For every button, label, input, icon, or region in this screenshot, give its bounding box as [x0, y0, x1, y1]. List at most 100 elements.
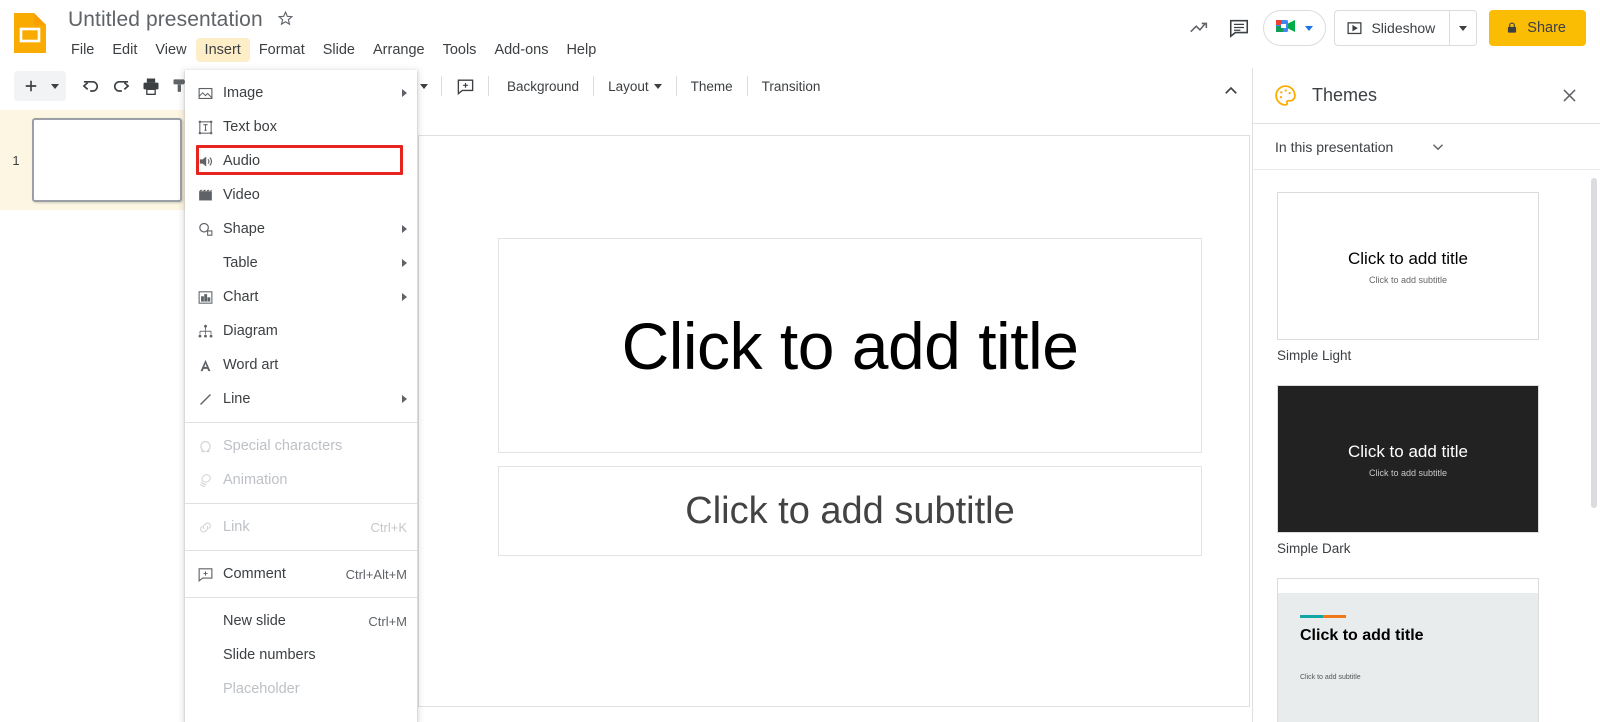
menu-item-label: Animation — [223, 472, 288, 488]
menu-item-label: Text box — [223, 119, 277, 135]
shape-icon — [197, 221, 223, 238]
slideshow-options-button[interactable] — [1450, 11, 1476, 45]
submenu-arrow-icon — [402, 259, 407, 267]
menu-item-video[interactable]: Video — [185, 178, 417, 212]
menu-item-shape[interactable]: Shape — [185, 212, 417, 246]
menu-file[interactable]: File — [62, 38, 103, 62]
layout-button[interactable]: Layout — [598, 74, 672, 99]
theme-thumbnail[interactable]: Click to add title Click to add subtitle — [1277, 578, 1539, 722]
comment-history-icon[interactable] — [1219, 8, 1259, 48]
divider — [746, 76, 748, 96]
menu-item-label: Image — [223, 85, 264, 101]
menu-item-slide-numbers[interactable]: Slide numbers — [185, 638, 417, 672]
menu-item-placeholder: Placeholder — [185, 672, 417, 706]
menu-item-label: Placeholder — [223, 681, 300, 697]
list-item[interactable]: 1 — [0, 110, 190, 210]
menu-add-ons[interactable]: Add-ons — [485, 38, 557, 62]
theme-button[interactable]: Theme — [681, 74, 743, 99]
line-icon — [197, 391, 223, 408]
slide-thumbnail[interactable] — [32, 118, 182, 202]
chevron-up-icon[interactable] — [1217, 78, 1245, 104]
theme-thumbnail[interactable]: Click to add title Click to add subtitle — [1277, 385, 1539, 533]
themes-scrollbar[interactable] — [1591, 178, 1597, 508]
menu-item-label: Shape — [223, 221, 265, 237]
theme-subtitle-text: Click to add subtitle — [1300, 674, 1361, 681]
undo-icon[interactable] — [76, 71, 106, 101]
add-comment-icon[interactable] — [450, 71, 480, 101]
close-icon[interactable] — [1552, 79, 1586, 113]
trending-arrow-icon[interactable] — [1179, 8, 1219, 48]
menu-item-audio[interactable]: Audio — [185, 144, 417, 178]
chevron-down-icon — [1305, 25, 1314, 31]
background-button[interactable]: Background — [497, 74, 589, 99]
theme-title-text: Click to add title — [1348, 442, 1468, 461]
menu-item-word-art[interactable]: Word art — [185, 348, 417, 382]
menu-item-chart[interactable]: Chart — [185, 280, 417, 314]
theme-card[interactable]: Click to add title Click to add subtitle S… — [1277, 192, 1539, 363]
new-slide-options-button[interactable] — [46, 71, 64, 101]
menu-edit[interactable]: Edit — [103, 38, 146, 62]
transition-button[interactable]: Transition — [752, 74, 831, 99]
google-slides-logo[interactable] — [10, 11, 50, 55]
chevron-down-icon — [420, 83, 428, 89]
menu-item-new-slide[interactable]: New slide Ctrl+M — [185, 604, 417, 638]
page-title[interactable]: Untitled presentation — [68, 8, 263, 32]
menu-divider — [185, 597, 417, 598]
menu-item-comment[interactable]: Comment Ctrl+Alt+M — [185, 557, 417, 591]
comment-icon — [197, 566, 223, 583]
menu-help[interactable]: Help — [557, 38, 605, 62]
menu-insert[interactable]: Insert — [195, 38, 250, 62]
divider — [593, 76, 595, 96]
slideshow-button[interactable]: Slideshow — [1334, 10, 1478, 46]
menu-item-label: Diagram — [223, 323, 278, 339]
title-placeholder[interactable]: Click to add title — [498, 238, 1202, 453]
menu-slide[interactable]: Slide — [314, 38, 364, 62]
menu-view[interactable]: View — [146, 38, 195, 62]
current-slide[interactable]: Click to add title Click to add subtitle — [418, 135, 1250, 707]
subtitle-placeholder[interactable]: Click to add subtitle — [498, 466, 1202, 556]
zoom-options-button[interactable] — [415, 71, 433, 101]
menu-format[interactable]: Format — [250, 38, 314, 62]
theme-header-band — [1278, 579, 1538, 593]
chevron-down-icon — [1429, 138, 1583, 156]
video-icon — [197, 187, 223, 204]
menu-item-label: Table — [223, 255, 258, 271]
menu-item-label: Audio — [223, 153, 261, 169]
menu-item-table[interactable]: Table — [185, 246, 417, 280]
menu-item-image[interactable]: Image — [185, 76, 417, 110]
plus-icon[interactable] — [16, 71, 46, 101]
menu-item-line[interactable]: Line — [185, 382, 417, 416]
google-meet-button[interactable] — [1263, 10, 1327, 46]
redo-icon[interactable] — [106, 71, 136, 101]
link-icon — [197, 519, 223, 536]
themes-section-label: In this presentation — [1275, 138, 1394, 155]
menu-divider — [185, 503, 417, 504]
insert-dropdown-menu[interactable]: Image Text box Audio Video Shape Table Chart Di… — [185, 70, 417, 722]
submenu-arrow-icon — [402, 293, 407, 301]
themes-list[interactable]: Click to add title Click to add subtitle S… — [1253, 170, 1600, 722]
themes-section-selector[interactable]: In this presentation — [1253, 124, 1600, 170]
menu-item-animation: Animation — [185, 463, 417, 497]
header-actions: Slideshow Share — [1179, 8, 1586, 48]
menu-item-label: Video — [223, 187, 260, 203]
slide-number: 1 — [12, 152, 20, 168]
menu-divider — [185, 422, 417, 423]
theme-card[interactable]: Click to add title Click to add subtitle S… — [1277, 385, 1539, 556]
background-label: Background — [507, 78, 580, 94]
menu-item-diagram[interactable]: Diagram — [185, 314, 417, 348]
share-button[interactable]: Share — [1489, 10, 1586, 46]
submenu-arrow-icon — [402, 89, 407, 97]
slideshow-main[interactable]: Slideshow — [1335, 11, 1449, 45]
theme-thumbnail[interactable]: Click to add title Click to add subtitle — [1277, 192, 1539, 340]
submenu-arrow-icon — [402, 395, 407, 403]
new-slide-button[interactable] — [14, 71, 66, 101]
menu-tools[interactable]: Tools — [434, 38, 486, 62]
menu-item-text-box[interactable]: Text box — [185, 110, 417, 144]
theme-card[interactable]: Click to add title Click to add subtitle — [1277, 578, 1539, 722]
star-outline-icon[interactable] — [277, 10, 294, 30]
menu-arrange[interactable]: Arrange — [364, 38, 434, 62]
menu-item-label: Word art — [223, 357, 279, 373]
theme-title-text: Click to add title — [1348, 249, 1468, 268]
print-icon[interactable] — [136, 71, 166, 101]
theme-name: Simple Dark — [1277, 541, 1351, 556]
